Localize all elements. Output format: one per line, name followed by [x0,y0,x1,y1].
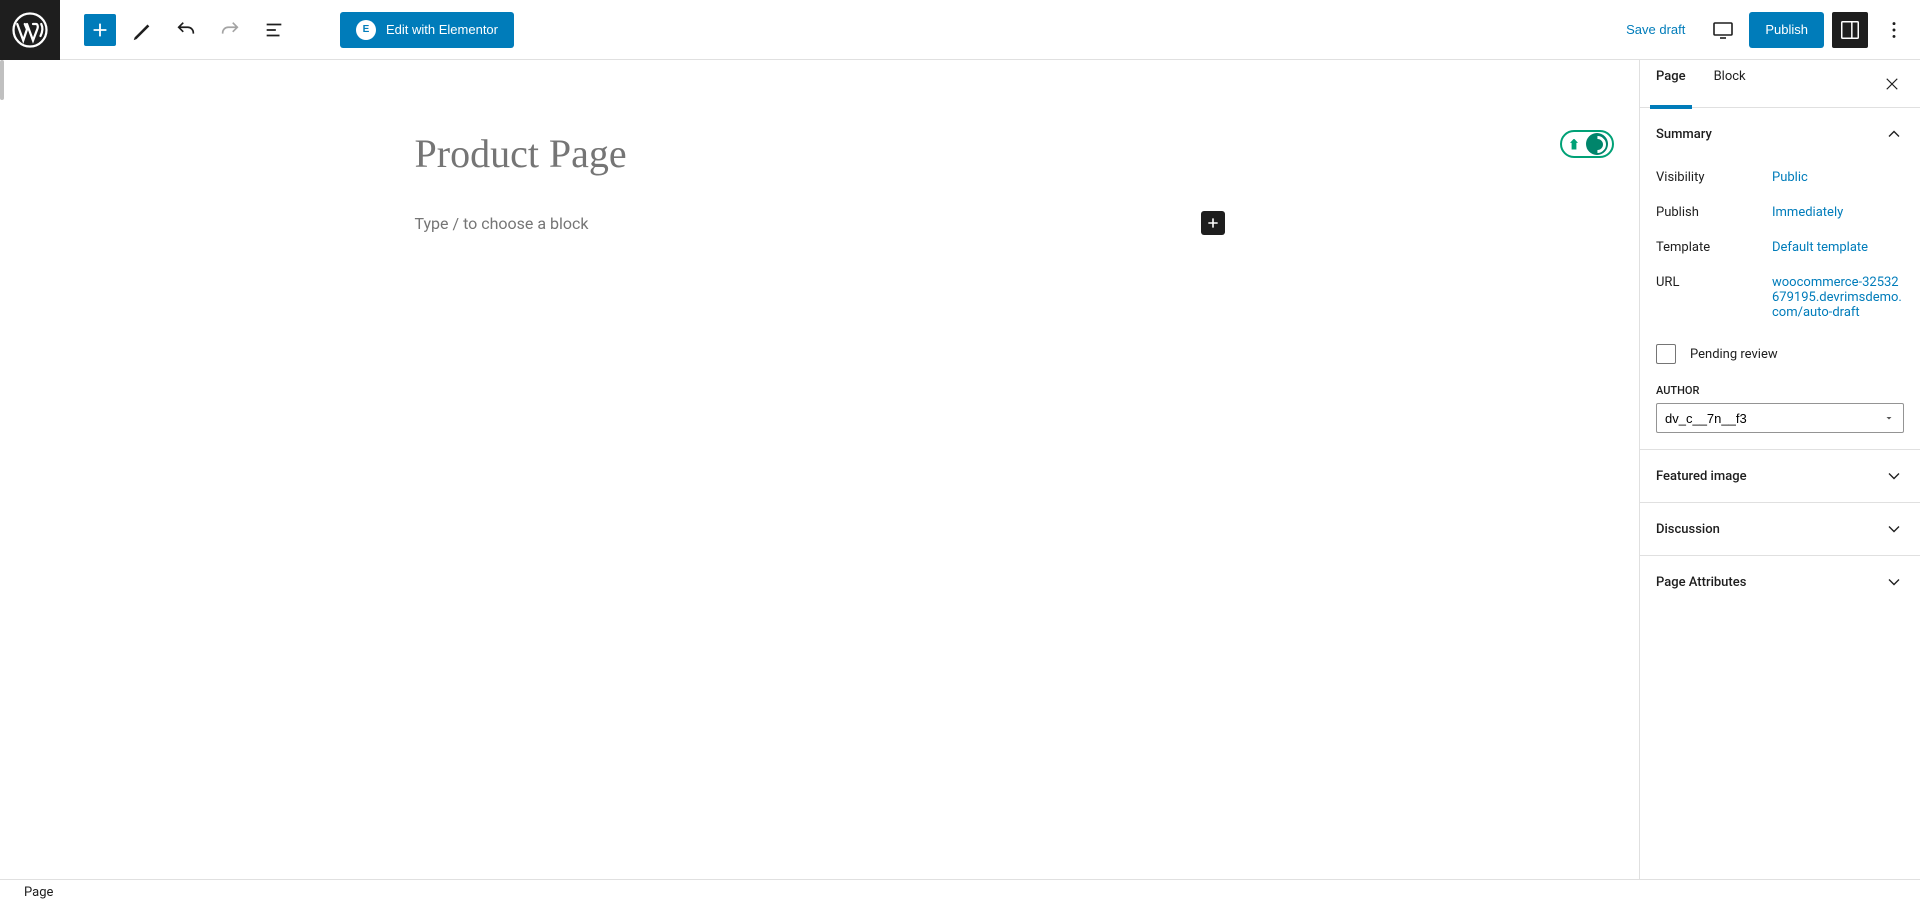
wordpress-logo[interactable] [0,0,60,60]
template-label: Template [1656,240,1772,255]
tab-block[interactable]: Block [1714,60,1746,108]
jetpack-upload-icon [1564,134,1584,154]
discussion-panel[interactable]: Discussion [1640,503,1920,555]
featured-image-panel[interactable]: Featured image [1640,450,1920,502]
chevron-down-icon [1884,572,1904,592]
visibility-label: Visibility [1656,170,1772,185]
page-attributes-panel[interactable]: Page Attributes [1640,556,1920,608]
page-title-input[interactable] [415,130,1225,177]
editor-canvas: Type / to choose a block [0,60,1639,879]
document-overview-icon[interactable] [256,12,292,48]
author-select[interactable]: dv_c__7n__f3 [1656,403,1904,433]
top-toolbar: E Edit with Elementor Save draft Publish [0,0,1920,60]
visibility-value[interactable]: Public [1772,170,1904,185]
add-block-button[interactable] [84,14,116,46]
block-placeholder-text[interactable]: Type / to choose a block [415,214,589,233]
elementor-label: Edit with Elementor [386,22,498,37]
publish-value[interactable]: Immediately [1772,205,1904,220]
publish-label: Publish [1656,205,1772,220]
summary-panel-header[interactable]: Summary [1640,108,1920,160]
chevron-up-icon [1884,124,1904,144]
jetpack-moon-icon [1586,133,1608,155]
chevron-down-icon [1884,466,1904,486]
more-options-icon[interactable] [1876,12,1912,48]
chevron-down-icon [1884,519,1904,539]
breadcrumb-text[interactable]: Page [24,885,53,900]
elementor-badge-icon: E [356,20,376,40]
pending-review-checkbox[interactable] [1656,344,1676,364]
url-value[interactable]: woocommerce-32532679195.devrimsdemo.com/… [1772,275,1904,320]
bottom-breadcrumb-bar: Page [0,879,1920,905]
scrollbar-thumb[interactable] [0,60,4,100]
discussion-title: Discussion [1656,522,1720,537]
featured-image-title: Featured image [1656,469,1747,484]
edit-with-elementor-button[interactable]: E Edit with Elementor [340,12,514,48]
pending-review-label: Pending review [1690,347,1778,362]
page-attributes-title: Page Attributes [1656,575,1746,590]
tab-page[interactable]: Page [1656,60,1686,108]
summary-title: Summary [1656,127,1712,142]
add-block-inline-button[interactable] [1201,211,1225,235]
settings-sidebar: Page Block Summary Visibility Public Pub… [1639,60,1920,879]
author-label: AUTHOR [1656,384,1904,397]
url-label: URL [1656,275,1772,320]
save-draft-button[interactable]: Save draft [1614,14,1697,45]
jetpack-badge[interactable] [1560,130,1614,158]
undo-icon[interactable] [168,12,204,48]
redo-icon[interactable] [212,12,248,48]
publish-button[interactable]: Publish [1749,12,1824,48]
settings-sidebar-toggle[interactable] [1832,12,1868,48]
tools-icon[interactable] [124,12,160,48]
summary-panel-body: Visibility Public Publish Immediately Te… [1640,160,1920,449]
preview-icon[interactable] [1705,12,1741,48]
close-sidebar-icon[interactable] [1880,72,1904,96]
template-value[interactable]: Default template [1772,240,1904,255]
